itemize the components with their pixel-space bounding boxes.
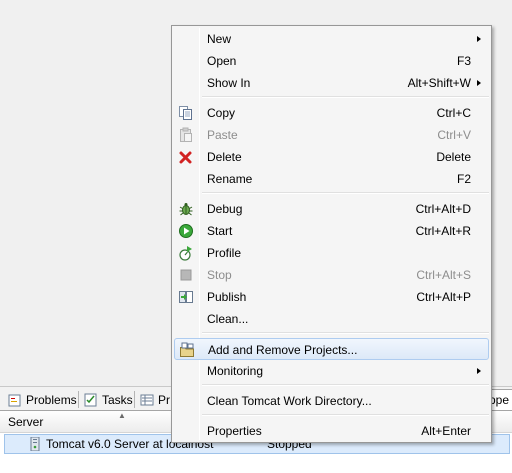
menu-item-label: Stop xyxy=(207,268,232,282)
menu-separator xyxy=(202,96,489,98)
menu-item-clean[interactable]: Clean... xyxy=(174,308,489,330)
menu-item-publish[interactable]: Publish Ctrl+Alt+P xyxy=(174,286,489,308)
menu-item-label: Delete xyxy=(207,150,242,164)
properties-icon xyxy=(140,394,154,405)
tab-tasks[interactable]: Tasks xyxy=(80,389,138,410)
publish-icon xyxy=(179,291,193,303)
tasks-icon xyxy=(84,393,97,406)
server-icon xyxy=(30,437,40,451)
menu-item-label: Paste xyxy=(207,128,238,142)
menu-item-rename[interactable]: Rename F2 xyxy=(174,168,489,190)
tab-divider xyxy=(78,391,79,408)
menu-item-label: Add and Remove Projects... xyxy=(208,343,358,357)
profile-icon xyxy=(179,246,192,261)
tab-divider xyxy=(134,391,135,408)
menu-item-profile[interactable]: Profile xyxy=(174,242,489,264)
menu-item-properties[interactable]: Properties Alt+Enter xyxy=(174,420,489,442)
menu-item-clean-tomcat-work-directory[interactable]: Clean Tomcat Work Directory... xyxy=(174,390,489,412)
menu-item-label: Clean Tomcat Work Directory... xyxy=(207,394,372,408)
start-icon xyxy=(179,224,193,238)
copy-icon xyxy=(179,106,192,120)
menu-item-copy[interactable]: Copy Ctrl+C xyxy=(174,102,489,124)
menu-item-label: Monitoring xyxy=(207,364,264,378)
tab-label: Pr xyxy=(158,392,170,407)
debug-icon xyxy=(179,203,193,216)
menu-item-stop[interactable]: Stop Ctrl+Alt+S xyxy=(174,264,489,286)
sort-ascending-icon: ▲ xyxy=(118,411,126,420)
delete-icon xyxy=(179,151,192,164)
menu-item-label: Rename xyxy=(207,172,253,186)
stop-icon xyxy=(180,269,192,281)
menu-item-label: Clean... xyxy=(207,312,249,326)
tab-label: Tasks xyxy=(102,392,133,407)
context-menu: New Open F3 Show In Alt+Shift+W Copy Ctr… xyxy=(171,25,492,443)
menu-item-label: New xyxy=(207,32,232,46)
menu-separator xyxy=(202,192,489,194)
menu-item-start[interactable]: Start Ctrl+Alt+R xyxy=(174,220,489,242)
menu-item-shortcut: Ctrl+C xyxy=(436,106,471,120)
submenu-arrow-icon xyxy=(477,80,481,86)
submenu-arrow-icon xyxy=(477,36,481,42)
add-remove-projects-icon xyxy=(180,342,194,357)
menu-item-shortcut: Delete xyxy=(436,150,471,164)
menu-item-new[interactable]: New xyxy=(174,28,489,50)
menu-item-label: Profile xyxy=(207,246,242,260)
menu-separator xyxy=(202,332,489,334)
menu-item-shortcut: Ctrl+Alt+R xyxy=(415,224,471,238)
menu-item-show-in[interactable]: Show In Alt+Shift+W xyxy=(174,72,489,94)
tab-properties[interactable]: Pr xyxy=(136,389,175,410)
menu-item-label: Properties xyxy=(207,424,262,438)
menu-item-shortcut: Ctrl+Alt+S xyxy=(416,268,471,282)
menu-item-debug[interactable]: Debug Ctrl+Alt+D xyxy=(174,198,489,220)
tab-label: Problems xyxy=(26,392,77,407)
menu-item-shortcut: Alt+Shift+W xyxy=(407,76,471,90)
menu-item-shortcut: F3 xyxy=(456,54,471,68)
menu-separator xyxy=(202,384,489,386)
paste-icon xyxy=(180,127,192,142)
menu-item-paste[interactable]: Paste Ctrl+V xyxy=(174,124,489,146)
tab-label: ppe xyxy=(489,393,510,407)
menu-item-label: Debug xyxy=(207,202,243,216)
menu-item-label: Start xyxy=(207,224,233,238)
menu-item-shortcut: F2 xyxy=(456,172,471,186)
menu-item-add-remove-projects[interactable]: Add and Remove Projects... xyxy=(174,338,489,360)
menu-item-shortcut: Ctrl+V xyxy=(437,128,471,142)
menu-item-open[interactable]: Open F3 xyxy=(174,50,489,72)
menu-item-delete[interactable]: Delete Delete xyxy=(174,146,489,168)
tab-problems[interactable]: Problems xyxy=(4,389,82,410)
problems-icon xyxy=(8,394,21,406)
menu-item-shortcut: Alt+Enter xyxy=(421,424,471,438)
submenu-arrow-icon xyxy=(477,368,481,374)
menu-item-shortcut: Ctrl+Alt+D xyxy=(415,202,471,216)
menu-separator xyxy=(202,414,489,416)
menu-item-shortcut: Ctrl+Alt+P xyxy=(416,290,471,304)
menu-item-label: Copy xyxy=(207,106,236,120)
menu-item-label: Publish xyxy=(207,290,247,304)
menu-item-monitoring[interactable]: Monitoring xyxy=(174,360,489,382)
menu-item-label: Open xyxy=(207,54,237,68)
menu-item-label: Show In xyxy=(207,76,251,90)
